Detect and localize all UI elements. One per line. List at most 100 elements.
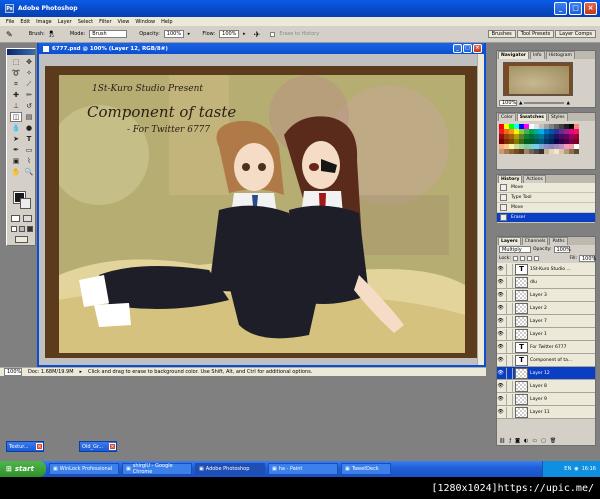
menu-help[interactable]: Help [161, 19, 172, 25]
blend-mode-select[interactable]: Multiply [499, 246, 531, 253]
layer-style-icon[interactable]: ƒ [509, 438, 511, 444]
layer-row[interactable]: 👁 Layer 8 [497, 380, 595, 393]
taskbar-task-1[interactable]: ▣ shirgiU - Google Chrome [122, 463, 192, 475]
zoom-out-icon[interactable]: ▲ [519, 101, 522, 106]
hand-tool-icon[interactable]: ✋ [10, 167, 22, 177]
visibility-eye-icon[interactable]: 👁 [497, 357, 504, 363]
screen-mode-black-icon[interactable] [27, 226, 33, 232]
brush-tool-icon[interactable]: ✏ [23, 90, 35, 100]
visibility-eye-icon[interactable]: 👁 [497, 279, 504, 285]
zoom-tool-icon[interactable]: 🔍 [23, 167, 35, 177]
menu-select[interactable]: Select [78, 19, 93, 25]
layer-link-slot[interactable] [506, 393, 513, 405]
layers-tab-paths[interactable]: Paths [549, 237, 568, 245]
navigator-zoom-slider[interactable] [524, 102, 565, 104]
visibility-eye-icon[interactable]: 👁 [497, 266, 504, 272]
lasso-tool-icon[interactable]: ➰ [10, 68, 22, 78]
navigator-tab-info[interactable]: Info [530, 51, 545, 59]
stamp-tool-icon[interactable]: ⊥ [10, 101, 22, 111]
quickmask-mode-icon[interactable] [23, 215, 32, 222]
history-row[interactable]: Eraser [497, 213, 595, 223]
flow-field[interactable]: 100% [219, 30, 240, 38]
flow-arrow-icon[interactable]: ▸ [243, 31, 246, 37]
history-tab-actions[interactable]: Actions [523, 175, 546, 183]
eyedropper-tool-icon[interactable]: ⌇ [23, 156, 35, 166]
erase-history-checkbox[interactable] [270, 31, 276, 37]
type-tool-icon[interactable]: T [23, 134, 35, 144]
swatch-cell[interactable] [574, 149, 579, 154]
visibility-eye-icon[interactable]: 👁 [497, 409, 504, 415]
well-brushes[interactable]: Brushes [487, 30, 516, 38]
standard-mode-icon[interactable] [11, 215, 20, 222]
history-row[interactable]: Move [497, 203, 595, 213]
history-row[interactable]: Move [497, 183, 595, 193]
visibility-eye-icon[interactable]: 👁 [497, 370, 504, 376]
path-select-icon[interactable]: ➤ [10, 134, 22, 144]
slice-tool-icon[interactable]: ⟋ [23, 79, 35, 89]
history-tab-history[interactable]: History [498, 175, 523, 183]
delete-layer-icon[interactable]: 🗑 [550, 438, 556, 444]
layer-row[interactable]: 👁 Layer 2 [497, 302, 595, 315]
taskbar-task-0[interactable]: ▣ WinLock Professional [49, 463, 119, 475]
marquee-tool-icon[interactable]: ⬚ [10, 57, 22, 67]
opacity-arrow-icon[interactable]: ▸ [188, 31, 191, 37]
layer-row[interactable]: 👁 Layer 3 [497, 289, 595, 302]
layer-link-slot[interactable] [506, 263, 513, 275]
vertical-scrollbar[interactable] [477, 54, 484, 365]
layer-row[interactable]: 👁 Layer 11 [497, 406, 595, 419]
minimize-button[interactable]: _ [554, 2, 567, 15]
visibility-eye-icon[interactable]: 👁 [497, 305, 504, 311]
document-maximize-button[interactable]: □ [463, 44, 472, 53]
close-icon[interactable]: × [109, 443, 116, 450]
navigator-zoom-field[interactable]: 100% [499, 100, 517, 106]
taskbar-task-4[interactable]: ▣ TweetDeck [341, 463, 391, 475]
well-tool-presets[interactable]: Tool Presets [516, 30, 555, 38]
menu-edit[interactable]: Edit [20, 19, 30, 25]
layer-row[interactable]: 👁 Layer 9 [497, 393, 595, 406]
document-minimize-button[interactable]: _ [453, 44, 462, 53]
lock-position-icon[interactable] [526, 256, 532, 261]
gradient-tool-icon[interactable]: ▤ [23, 112, 35, 122]
adjustment-layer-icon[interactable]: ◐ [524, 438, 528, 444]
well-layer-comps[interactable]: Layer Comps [555, 30, 596, 38]
close-icon[interactable]: × [36, 443, 43, 450]
layer-link-slot[interactable] [506, 328, 513, 340]
move-tool-icon[interactable]: ✥ [23, 57, 35, 67]
layer-link-slot[interactable] [506, 406, 513, 418]
mode-select[interactable]: Brush [89, 30, 128, 38]
airbrush-icon[interactable]: ✈ [254, 30, 261, 39]
lock-all-icon[interactable] [533, 256, 539, 261]
visibility-eye-icon[interactable]: 👁 [497, 318, 504, 324]
layer-row[interactable]: 👁 Layer 1 [497, 328, 595, 341]
layer-row[interactable]: 👁 T Component of ta... [497, 354, 595, 367]
background-color[interactable] [20, 198, 31, 209]
lock-transparent-icon[interactable] [512, 256, 518, 261]
menu-window[interactable]: Window [135, 19, 155, 25]
layer-link-slot[interactable] [506, 380, 513, 392]
language-indicator[interactable]: EN [564, 466, 571, 472]
menu-view[interactable]: View [118, 19, 130, 25]
menu-filter[interactable]: Filter [99, 19, 111, 25]
screen-mode-standard-icon[interactable] [11, 226, 17, 232]
visibility-eye-icon[interactable]: 👁 [497, 292, 504, 298]
shape-tool-icon[interactable]: ▭ [23, 145, 35, 155]
pen-tool-icon[interactable]: ✒ [10, 145, 22, 155]
minimized-doc-1[interactable]: Textur... × [6, 441, 44, 452]
close-button[interactable]: × [584, 2, 597, 15]
layer-row[interactable]: 👁 Layer 7 [497, 315, 595, 328]
maximize-button[interactable]: □ [569, 2, 582, 15]
jump-to-imageready-icon[interactable] [15, 236, 28, 243]
layer-opacity-field[interactable]: 100% [553, 246, 571, 253]
taskbar-task-2[interactable]: ▣ Adobe Photoshop [195, 463, 265, 475]
zoom-in-icon[interactable]: ▲ [566, 101, 569, 106]
blur-tool-icon[interactable]: 💧 [10, 123, 22, 133]
menu-layer[interactable]: Layer [58, 19, 72, 25]
swatches-tab-styles[interactable]: Styles [547, 113, 568, 121]
eraser-tool-icon[interactable]: ◫ [10, 112, 22, 122]
zoom-field[interactable]: 100% [4, 368, 22, 376]
magic-wand-tool-icon[interactable]: ✧ [23, 68, 35, 78]
layer-link-slot[interactable] [506, 354, 513, 366]
navigator-tab-navigator[interactable]: Navigator [498, 51, 529, 59]
doc-info-arrow-icon[interactable]: ▸ [80, 369, 83, 375]
navigator-tab-histogram[interactable]: Histogram [545, 51, 575, 59]
